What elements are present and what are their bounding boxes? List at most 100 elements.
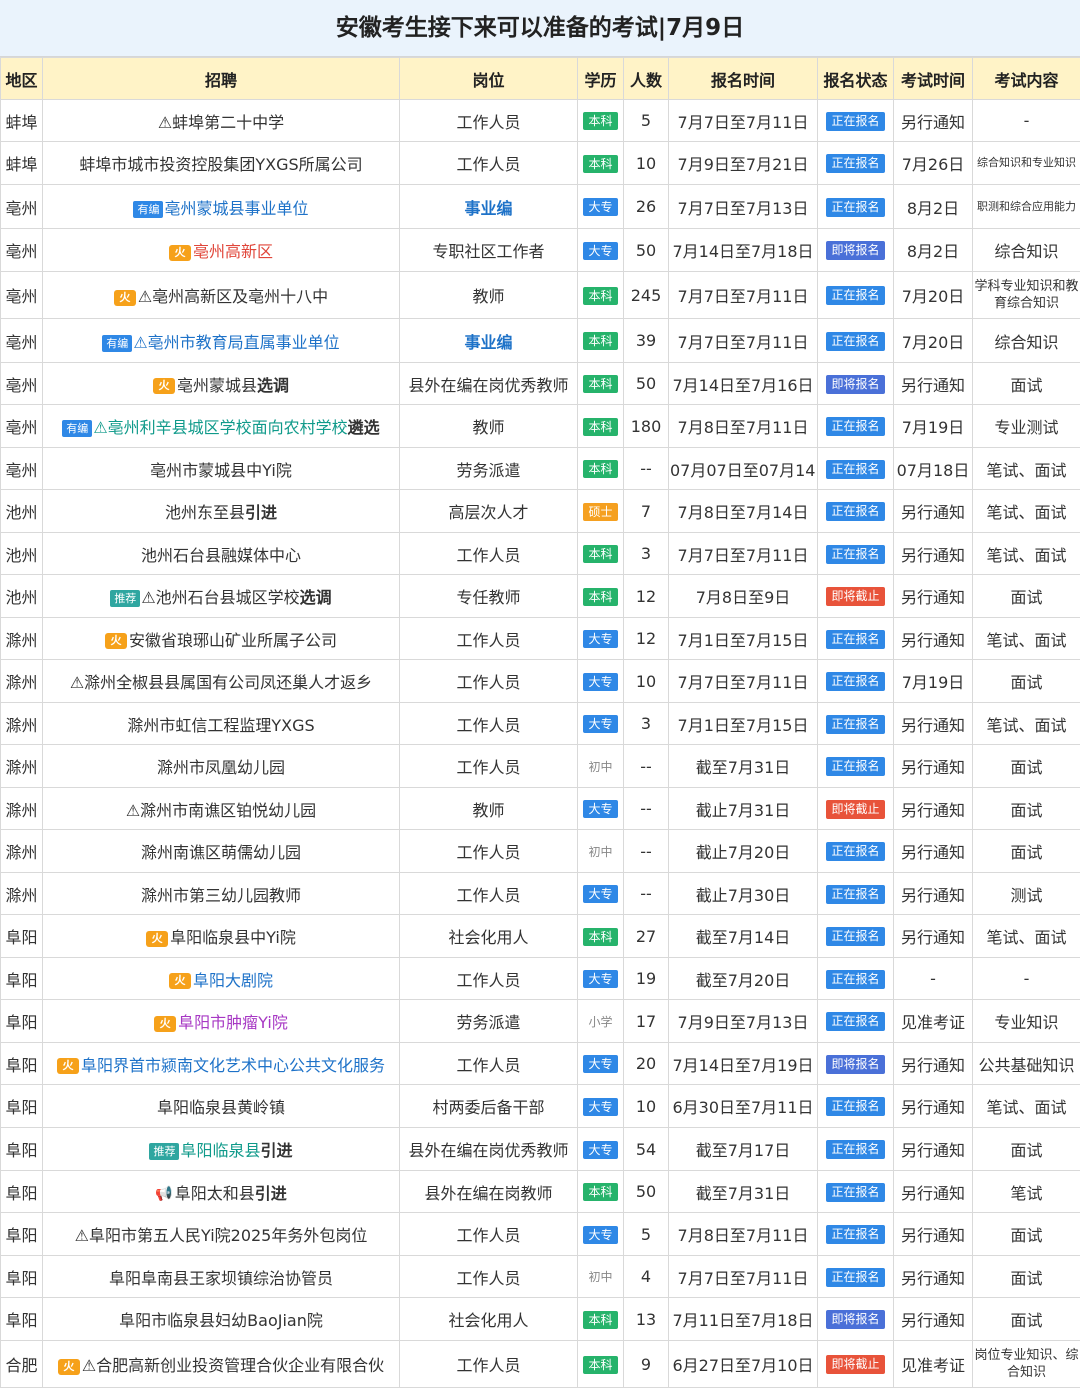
cell-exam: 另行通知 [893,1255,973,1298]
cell-region: 阜阳 [0,1297,43,1341]
cell-exam: 7月26日 [893,141,973,185]
recruit-name: 阜阳市肿瘤Yi院 [178,1013,288,1032]
recruit-name: 滁州南谯区萌儒幼儿园 [140,843,301,862]
cell-exam: 另行通知 [893,1042,973,1085]
cell-date: 7月9日至7月13日 [668,999,818,1043]
cell-recruit: 火安徽省琅琊山矿业所属子公司 [42,617,400,660]
cell-date: 7月7日至7月11日 [668,318,818,363]
table-row: 阜阳 阜阳阜南县王家坝镇综治协管员 工作人员 初中 4 7月7日至7月11日 正在报名 另行通… [0,1255,1080,1298]
recruit-name: ⚠滁州全椒县县属国有公司凤还巢人才返乡 [69,673,373,692]
edu-badge: 大专 [583,1097,618,1116]
cell-recruit: ⚠滁州全椒县县属国有公司凤还巢人才返乡 [42,659,400,703]
cell-region: 亳州 [0,404,43,448]
cell-num: 17 [623,999,669,1043]
cell-date: 7月8日至9日 [668,574,818,618]
cell-recruit: 亳州市蒙城县中Yi院 [42,447,400,490]
recruit-highlight: 选调 [257,375,290,395]
table-row: 滁州 ⚠滁州全椒县县属国有公司凤还巢人才返乡 工作人员 大专 10 7月7日至7月11日正… [0,659,1080,703]
cell-edu: 本科 [577,447,624,490]
status-badge: 正在报名 [826,884,885,904]
edu-badge: 本科 [583,286,618,305]
cell-post: 事业编 [399,318,578,363]
col-header-post: 岗位 [399,57,578,100]
cell-edu: 初中 [577,829,624,873]
status-badge: 正在报名 [826,672,885,691]
table-row: 阜阳火阜阳市肿瘤Yi院 劳务派遣 小学 17 7月9日至7月13日 正在报名 见准考证 专业知… [0,999,1080,1043]
table-row: 亳州 有编 亳州蒙城县事业单位 事业编 大专 26 7月7日至7月13日 正在报名 8月2日 职测… [0,184,1080,229]
cell-region: 阜阳 [0,1127,43,1171]
cell-content: 笔试、面试 [972,489,1080,533]
recruit-name: 阜阳临泉县中Yi院 [170,928,296,947]
edu-badge: 本科 [583,1183,618,1202]
cell-edu: 本科 [577,271,624,319]
cell-status: 正在报名 [817,659,894,703]
cell-recruit: 火阜阳大剧院 [42,957,400,1000]
cell-region: 蚌埠 [0,141,43,185]
cell-status: 即将报名 [817,228,894,272]
cell-num: 39 [623,318,669,363]
recruit-name: 亳州市蒙城县中Yi院 [150,460,292,480]
edu-badge: 大专 [583,1140,618,1159]
cell-edu: 本科 [577,318,624,363]
cell-num: 20 [623,1042,669,1085]
cell-region: 亳州 [0,447,43,490]
cell-content: 职测和综合应用能力 [972,184,1080,229]
cell-region: 阜阳 [0,1212,43,1256]
cell-date: 7月14日至7月18日 [668,228,818,272]
cell-post: 工作人员 [399,532,578,575]
cell-edu: 初中 [577,744,624,788]
cell-status: 即将截止 [817,1340,894,1388]
table-row: 亳州火亳州高新区 专职社区工作者 大专 50 7月14日至7月18日 即将报名 8月2日 综合… [0,228,1080,272]
status-badge: 即将截止 [826,1355,885,1374]
cell-content: 笔试、面试 [972,914,1080,958]
table-row: 亳州 有编 ⚠亳州市教育局直属事业单位 事业编 本科 39 7月7日至7月11日 正在报名 7月… [0,318,1080,363]
cell-content: 面试 [972,1297,1080,1341]
cell-recruit: 火阜阳界首市颍南文化艺术中心公共文化服务 [42,1042,400,1085]
cell-region: 阜阳 [0,1042,43,1085]
recruit-highlight: 引进 [260,1141,293,1160]
cell-content: 公共基础知识 [972,1042,1080,1085]
cell-recruit: ⚠蚌埠第二十中学 [42,99,400,142]
col-header-region: 地区 [0,57,43,100]
cell-exam: 另行通知 [893,99,973,142]
cell-region: 阜阳 [0,1170,43,1213]
edu-badge: 本科 [583,460,618,479]
cell-content: 学科专业知识和教育综合知识 [972,271,1080,319]
table-row: 池州 池州石台县融媒体中心 工作人员 本科 3 7月7日至7月11日 正在报名 另行通知 笔试、… [0,532,1080,575]
cell-content: 专业知识 [972,999,1080,1043]
recruit-name: ⚠滁州市南谯区铂悦幼儿园 [125,800,317,820]
recruit-highlight: 引进 [245,503,278,522]
cell-post: 工作人员 [399,957,578,1000]
cell-post: 专任教师 [399,574,578,618]
cell-recruit: 📢 阜阳太和县引进 [42,1170,400,1213]
status-badge: 正在报名 [826,757,885,776]
cell-exam: 见准考证 [893,999,973,1043]
recruit-name: 亳州高新区 [192,242,273,261]
col-header-content: 考试内容 [972,57,1080,100]
cell-region: 池州 [0,532,43,575]
table-row: 滁州 滁州市凤凰幼儿园 工作人员 初中 -- 截至7月31日 正在报名 另行通知 面试 [0,744,1080,788]
table-row: 阜阳 阜阳市临泉县妇幼BaoJian院 社会化用人 本科 13 7月11日至7月18日 即将… [0,1297,1080,1341]
status-badge: 正在报名 [826,331,885,351]
cell-recruit: 池州石台县融媒体中心 [42,532,400,575]
cell-edu: 本科 [577,574,624,618]
edu-badge: 本科 [583,1355,618,1374]
cell-recruit: 阜阳临泉县黄岭镇 [42,1084,400,1128]
cell-region: 池州 [0,574,43,618]
fire-icon: 火 [168,973,191,989]
recruit-name: ⚠池州石台县城区学校 [141,588,300,607]
recruit-name: ⚠合肥高新创业投资管理合伙企业有限合伙 [81,1356,385,1375]
status-badge: 正在报名 [826,417,885,436]
cell-region: 阜阳 [0,999,43,1043]
cell-status: 正在报名 [817,99,894,142]
cell-num: 50 [623,362,669,405]
cell-date: 6月30日至7月11日 [668,1084,818,1128]
cell-post: 工作人员 [399,99,578,142]
status-badge: 即将报名 [826,241,885,260]
status-badge: 正在报名 [826,544,885,564]
cell-content: 面试 [972,659,1080,703]
cell-content: 笔试 [972,1170,1080,1213]
cell-exam: 另行通知 [893,1297,973,1341]
fire-icon: 火 [113,289,136,306]
cell-date: 7月7日至7月11日 [668,659,818,703]
